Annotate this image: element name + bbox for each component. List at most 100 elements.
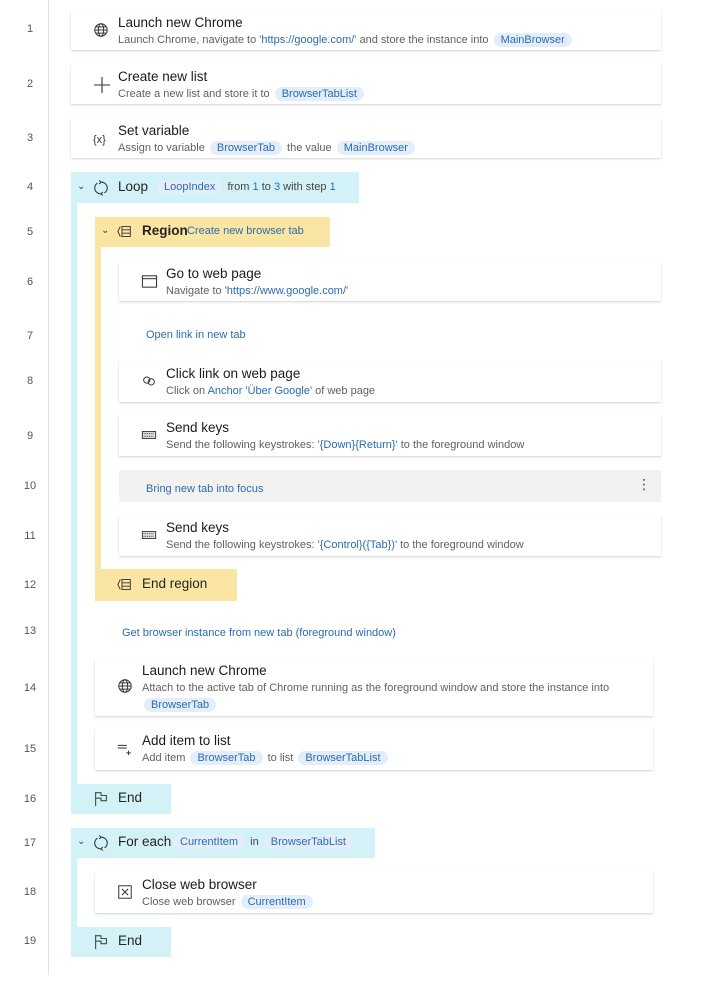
desc-text: and store the instance into — [356, 34, 492, 46]
loop-icon — [93, 835, 111, 853]
line-number: 2 — [26, 78, 34, 90]
desc-text: to list — [264, 752, 297, 764]
line-number: 13 — [23, 625, 37, 637]
loop-icon — [93, 179, 111, 198]
block-parameters: Create new browser tab — [187, 223, 304, 240]
desc-text: Send the following keystrokes: — [166, 539, 318, 551]
desc-text: to the foreground window — [397, 539, 524, 551]
block-title: For each — [118, 834, 172, 849]
action-send-keys[interactable]: Send keys Send the following keystrokes: … — [119, 515, 661, 556]
variable-pill[interactable]: BrowserTabList — [298, 751, 388, 765]
block-title: End — [118, 933, 143, 948]
globe-icon — [93, 22, 111, 40]
comment-text[interactable]: Bring new tab into focus — [146, 483, 263, 495]
desc-text: of web page — [312, 385, 376, 397]
action-launch-new-chrome[interactable]: Launch new Chrome Attach to the active ta… — [95, 658, 653, 716]
line-number: 1 — [26, 23, 34, 35]
variable-pill[interactable]: BrowserTab — [190, 751, 263, 765]
action-title: Launch new Chrome — [142, 663, 267, 678]
region-icon — [117, 577, 135, 595]
link-icon — [141, 373, 159, 391]
desc-text: with step — [280, 180, 330, 193]
action-description: Attach to the active tab of Chrome runni… — [142, 680, 632, 714]
action-description: Launch Chrome, navigate to 'https://goog… — [118, 32, 574, 49]
desc-text: in — [247, 836, 262, 848]
action-go-to-web-page[interactable]: Go to web page Navigate to 'https://www.g… — [119, 261, 661, 301]
link-text[interactable]: 'https://www.google.com/' — [225, 285, 348, 297]
action-close-web-browser[interactable]: Close web browser Close web browser Curre… — [95, 872, 653, 913]
link-text[interactable]: 'https://google.com/' — [259, 34, 356, 46]
region-block-bar — [95, 247, 101, 570]
line-number: 7 — [26, 330, 34, 342]
collapse-chevron-icon[interactable]: ⌄ — [101, 225, 109, 236]
line-number: 18 — [23, 886, 37, 898]
action-create-new-list[interactable]: Create new list Create a new list and sto… — [71, 64, 661, 104]
desc-text: to — [258, 180, 274, 193]
link-text[interactable]: Create new browser tab — [187, 225, 304, 237]
loop-header[interactable]: ⌄ Loop LoopIndex from 1 to 3 with step 1 — [71, 172, 359, 203]
loop-header[interactable]: ⌄ For each CurrentItem in BrowserTabList — [71, 828, 375, 858]
line-number-divider — [48, 0, 49, 975]
line-number: 8 — [26, 375, 34, 387]
region-icon — [117, 224, 135, 242]
close-browser-icon — [117, 884, 135, 902]
variable-pill[interactable]: BrowserTabList — [263, 835, 353, 849]
line-number: 9 — [26, 430, 34, 442]
action-title: Launch new Chrome — [118, 15, 243, 30]
desc-text: the value — [283, 142, 335, 154]
line-number: 5 — [26, 226, 34, 238]
comment-text[interactable]: Open link in new tab — [146, 329, 246, 341]
action-title: Create new list — [118, 69, 208, 84]
link-text[interactable]: Anchor 'Über Google' — [208, 385, 312, 397]
action-launch-new-chrome[interactable]: Launch new Chrome Launch Chrome, navigate… — [71, 10, 661, 50]
action-title: Close web browser — [142, 877, 257, 892]
variable-pill[interactable]: BrowserTabList — [274, 87, 364, 101]
action-add-item-to-list[interactable]: Add item to list Add item BrowserTab to l… — [95, 728, 653, 770]
desc-text: Attach to the active tab of Chrome runni… — [142, 682, 610, 694]
variable-pill[interactable]: MainBrowser — [493, 33, 572, 47]
variable-pill[interactable]: LoopIndex — [157, 179, 223, 194]
line-number: 3 — [26, 132, 34, 144]
action-description: Click on Anchor 'Über Google' of web pag… — [166, 383, 375, 400]
link-text[interactable]: '{Control}({Tab})' — [318, 539, 397, 551]
desc-text: Close web browser — [142, 896, 239, 908]
line-number: 10 — [23, 480, 37, 492]
comment-text[interactable]: Get browser instance from new tab (foreg… — [122, 627, 396, 639]
variable-icon: {x} — [93, 134, 106, 146]
block-parameters: CurrentItem in BrowserTabList — [171, 834, 355, 851]
variable-pill[interactable]: CurrentItem — [240, 895, 313, 909]
action-send-keys[interactable]: Send keys Send the following keystrokes: … — [119, 415, 661, 456]
variable-pill[interactable]: BrowserTab — [209, 141, 282, 155]
globe-icon — [117, 678, 135, 696]
region-header[interactable]: ⌄ Region Create new browser tab — [95, 217, 330, 247]
action-title: Click link on web page — [166, 366, 301, 381]
more-options-icon[interactable]: ⋮ — [637, 476, 651, 493]
add-to-list-icon — [117, 740, 135, 758]
variable-pill[interactable]: MainBrowser — [336, 141, 415, 155]
end-region-header[interactable]: End region — [95, 569, 237, 601]
collapse-chevron-icon[interactable]: ⌄ — [77, 181, 85, 192]
action-set-variable[interactable]: {x} Set variable Assign to variable Browse… — [71, 118, 661, 158]
loop-block-bar — [71, 203, 77, 785]
action-title: Go to web page — [166, 266, 262, 281]
end-header[interactable]: End — [71, 784, 171, 814]
action-title: Set variable — [118, 123, 190, 138]
collapse-chevron-icon[interactable]: ⌄ — [77, 836, 85, 847]
desc-text: Assign to variable — [118, 142, 208, 154]
variable-pill[interactable]: BrowserTab — [144, 698, 217, 712]
desc-text: to the foreground window — [397, 439, 525, 451]
action-description: Navigate to 'https://www.google.com/' — [166, 283, 348, 300]
desc-text: Click on — [166, 385, 208, 397]
link-text[interactable]: '{Down}{Return}' — [318, 439, 398, 451]
keyboard-icon — [141, 527, 159, 545]
variable-pill[interactable]: CurrentItem — [173, 835, 246, 849]
link-text[interactable]: 1 — [330, 181, 336, 193]
foreach-block-bar — [71, 858, 77, 928]
block-title: End — [118, 790, 143, 805]
action-click-link-on-web-page[interactable]: Click link on web page Click on Anchor 'Ü… — [119, 361, 661, 402]
action-title: Send keys — [166, 420, 230, 435]
block-parameters: LoopIndex from 1 to 3 with step 1 — [155, 179, 336, 196]
end-header[interactable]: End — [71, 927, 171, 957]
action-description: Create a new list and store it to Browse… — [118, 86, 366, 103]
action-title: Send keys — [166, 520, 230, 535]
